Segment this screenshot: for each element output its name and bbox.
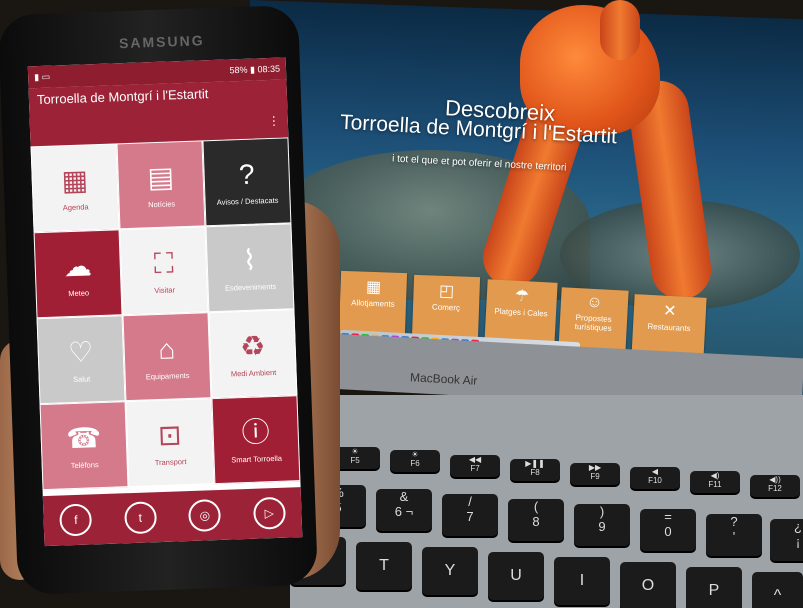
tile-label: Propostes turístiques bbox=[574, 313, 612, 333]
key-apostrophe[interactable]: ? ' bbox=[706, 514, 762, 556]
key-9[interactable]: ) 9 bbox=[574, 504, 630, 546]
tile-icon: ⌂ bbox=[157, 332, 176, 365]
tile-label: Notícies bbox=[147, 198, 176, 209]
phone-brand: SAMSUNG bbox=[118, 32, 205, 52]
key-f6[interactable]: ☀ F6 bbox=[390, 450, 440, 472]
grid-tile-agenda[interactable]: ▦ Agenda bbox=[30, 143, 120, 233]
instagram-icon[interactable]: ◎ bbox=[188, 498, 222, 533]
grid-tile-smart-torroella[interactable]: ⓘ Smart Torroella bbox=[211, 395, 301, 485]
key-t[interactable]: T bbox=[356, 542, 412, 590]
tile-label: Meteo bbox=[68, 287, 90, 298]
key-8[interactable]: ( 8 bbox=[508, 499, 564, 541]
tile-label: Esdeveniments bbox=[224, 281, 277, 293]
grid-tile-esdeveniments[interactable]: ⌇ Esdeveniments bbox=[205, 223, 295, 313]
tile-label: Telèfons bbox=[70, 459, 99, 470]
key-o[interactable]: O bbox=[620, 562, 676, 608]
tile-label: Equipaments bbox=[145, 370, 190, 381]
twitter-icon[interactable]: t bbox=[123, 501, 157, 535]
key-6[interactable]: & 6 ¬ bbox=[376, 489, 432, 531]
tile-label: Salut bbox=[72, 373, 91, 384]
facebook-icon[interactable]: f bbox=[59, 503, 93, 537]
key-y[interactable]: Y bbox=[422, 547, 478, 595]
smartphone: SAMSUNG ▮ ▭ 58% ▮ 08:35 Torroella de Mon… bbox=[0, 4, 319, 596]
tile-icon: ☁ bbox=[63, 249, 93, 282]
person-icon: ☺ bbox=[585, 293, 604, 312]
tile-label: Comerç bbox=[431, 302, 461, 313]
tile-icon: ? bbox=[238, 158, 255, 190]
key-inverted[interactable]: ¿ ¡ bbox=[770, 519, 803, 561]
grid-tile-meteo[interactable]: ☁ Meteo bbox=[33, 229, 123, 319]
tile-label: Avisos / Destacats bbox=[216, 195, 279, 207]
phone-screen: ▮ ▭ 58% ▮ 08:35 Torroella de Montgrí i l… bbox=[27, 57, 303, 547]
tile-platges[interactable]: ☂ Platges i Cales bbox=[484, 279, 558, 347]
tile-label: Restaurants bbox=[647, 321, 691, 334]
tile-comerc[interactable]: ◰ Comerç bbox=[411, 274, 481, 342]
key-f9[interactable]: ▶▶ F9 bbox=[570, 463, 620, 485]
grid-tile-tel-fons[interactable]: ☎ Telèfons bbox=[39, 401, 129, 491]
grid-tile-not-cies[interactable]: ▤ Notícies bbox=[116, 140, 206, 230]
grid-tile-visitar[interactable]: ⛶ Visitar bbox=[119, 226, 209, 316]
tile-icon: ☎ bbox=[65, 421, 102, 454]
grid-tile-medi-ambient[interactable]: ♻ Medi Ambient bbox=[208, 309, 298, 399]
key-7[interactable]: / 7 bbox=[442, 494, 498, 536]
tile-icon: ♡ bbox=[67, 335, 94, 368]
tile-icon: ⌇ bbox=[242, 244, 258, 276]
social-bar: f t ◎ ▷ bbox=[42, 487, 303, 547]
app-title: Torroella de Montgrí i l'Estartit bbox=[36, 86, 209, 108]
tile-label: Platges i Cales bbox=[494, 306, 548, 319]
tile-label: Allotjaments bbox=[351, 298, 395, 309]
key-p[interactable]: P bbox=[686, 567, 742, 608]
app-grid: ▦ Agenda ▤ Notícies? Avisos / Destacats ☁ Mete… bbox=[30, 137, 301, 491]
tile-label: Visitar bbox=[154, 284, 176, 295]
grid-tile-salut[interactable]: ♡ Salut bbox=[36, 315, 126, 405]
tile-icon: ⛶ bbox=[153, 246, 175, 279]
tile-label: Medi Ambient bbox=[230, 367, 277, 378]
shopping-bag-icon: ◰ bbox=[438, 282, 455, 301]
tile-icon: ⓘ bbox=[241, 415, 271, 448]
cutlery-icon: ✕ bbox=[662, 302, 678, 321]
more-menu-icon[interactable]: ⋮ bbox=[268, 114, 280, 128]
beach-umbrella-icon: ☂ bbox=[514, 287, 530, 306]
app-bar: Torroella de Montgrí i l'Estartit ⋮ bbox=[28, 79, 289, 147]
key-f12[interactable]: ◀)) F12 bbox=[750, 475, 800, 497]
key-caret[interactable]: ^ bbox=[752, 572, 803, 608]
key-0[interactable]: = 0 bbox=[640, 509, 696, 551]
key-f11[interactable]: ◀) F11 bbox=[690, 471, 740, 493]
status-right: 58% ▮ 08:35 bbox=[229, 63, 281, 75]
grid-tile-avisos-destacats[interactable]: ? Avisos / Destacats bbox=[202, 137, 292, 227]
status-left: ▮ ▭ bbox=[33, 71, 51, 82]
starfish-leg-top bbox=[600, 0, 640, 60]
key-u[interactable]: U bbox=[488, 552, 544, 600]
tile-icon: ♻ bbox=[239, 329, 266, 362]
tile-label: Agenda bbox=[62, 201, 89, 212]
building-icon: ▦ bbox=[365, 278, 382, 297]
keyboard: ☀ F5 ☀ F6 ◀◀ F7 ▶❚❚ F8 ▶▶ F9 ◀ F10 ◀) F11 ◀)) F1… bbox=[290, 395, 803, 608]
key-f7[interactable]: ◀◀ F7 bbox=[450, 455, 500, 477]
tile-label: Smart Torroella bbox=[231, 453, 283, 465]
tile-allotjaments[interactable]: ▦ Allotjaments bbox=[338, 270, 408, 336]
tile-icon: ▦ bbox=[60, 163, 89, 196]
tile-label: Transport bbox=[154, 456, 187, 467]
youtube-icon[interactable]: ▷ bbox=[252, 496, 286, 530]
tile-icon: ▤ bbox=[146, 160, 175, 193]
grid-tile-equipaments[interactable]: ⌂ Equipaments bbox=[122, 312, 212, 402]
key-f8[interactable]: ▶❚❚ F8 bbox=[510, 459, 560, 481]
key-i[interactable]: I bbox=[554, 557, 610, 605]
key-f10[interactable]: ◀ F10 bbox=[630, 467, 680, 489]
photo-scene: Descobreix Torroella de Montgrí i l'Esta… bbox=[0, 0, 803, 608]
grid-tile-transport[interactable]: ⊡ Transport bbox=[125, 398, 215, 488]
tile-icon: ⊡ bbox=[157, 418, 182, 451]
